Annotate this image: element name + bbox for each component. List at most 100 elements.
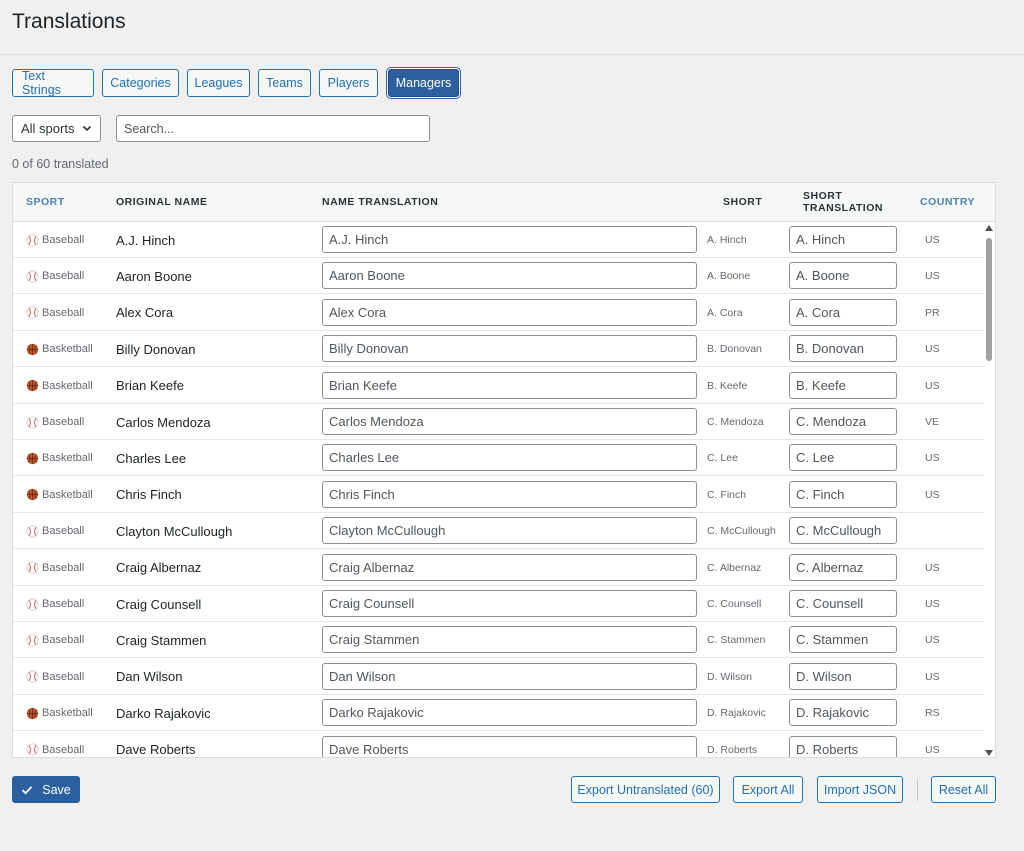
original-name: Craig Albernaz bbox=[116, 560, 202, 576]
tab-text-strings[interactable]: Text Strings bbox=[12, 69, 94, 97]
baseball-icon bbox=[26, 234, 39, 247]
column-header-country[interactable]: COUNTRY bbox=[920, 183, 975, 221]
name-translation-input[interactable] bbox=[322, 408, 697, 435]
short-translation-input[interactable] bbox=[789, 553, 897, 581]
table-header: SPORT ORIGINAL NAME NAME TRANSLATION SHO… bbox=[13, 183, 995, 222]
name-translation-input[interactable] bbox=[322, 590, 697, 617]
original-name: Dan Wilson bbox=[116, 669, 183, 685]
short-translation-input[interactable] bbox=[789, 444, 897, 472]
translations-table: SPORT ORIGINAL NAME NAME TRANSLATION SHO… bbox=[12, 182, 996, 758]
tab-categories[interactable]: Categories bbox=[102, 69, 179, 97]
country-code: US bbox=[925, 270, 940, 283]
sport-cell: Basketball bbox=[26, 695, 93, 731]
short-name: D. Rajakovic bbox=[707, 707, 766, 720]
short-translation-input[interactable] bbox=[789, 298, 897, 326]
tab-managers[interactable]: Managers bbox=[388, 69, 459, 97]
export-untranslated-button[interactable]: Export Untranslated (60) bbox=[571, 776, 720, 803]
name-translation-input[interactable] bbox=[322, 699, 697, 727]
column-header-original-name[interactable]: ORIGINAL NAME bbox=[116, 183, 207, 221]
export-all-button[interactable]: Export All bbox=[733, 776, 803, 803]
table-row: Basketball Darko Rajakovic D. Rajakovic RS bbox=[13, 695, 983, 732]
checkmark-icon bbox=[22, 785, 33, 794]
baseball-icon bbox=[26, 634, 39, 647]
sport-cell: Baseball bbox=[26, 586, 84, 622]
sport-cell: Baseball bbox=[26, 258, 84, 294]
short-name: A. Boone bbox=[707, 270, 751, 283]
name-translation-input[interactable] bbox=[322, 444, 697, 472]
short-name: C. Mendoza bbox=[707, 416, 764, 428]
name-translation-input[interactable] bbox=[322, 662, 697, 690]
name-translation-input[interactable] bbox=[322, 517, 697, 545]
scrollbar-thumb[interactable] bbox=[986, 238, 992, 361]
sport-label: Baseball bbox=[42, 270, 85, 283]
sport-label: Baseball bbox=[42, 743, 85, 756]
sport-cell: Baseball bbox=[26, 222, 84, 258]
table-row: Baseball A.J. Hinch A. Hinch US bbox=[13, 222, 983, 258]
original-name: Clayton McCullough bbox=[116, 523, 233, 539]
short-translation-input[interactable] bbox=[789, 517, 897, 545]
short-name: A. Cora bbox=[707, 306, 743, 319]
tab-teams[interactable]: Teams bbox=[258, 69, 311, 97]
footer-divider bbox=[917, 779, 918, 801]
country-code: US bbox=[925, 561, 940, 574]
name-translation-input[interactable] bbox=[322, 553, 697, 581]
title-divider bbox=[0, 54, 1024, 55]
scroll-up-arrow-icon[interactable] bbox=[985, 225, 993, 231]
scroll-down-arrow-icon[interactable] bbox=[985, 750, 993, 756]
short-name: B. Donovan bbox=[707, 343, 762, 356]
tab-leagues[interactable]: Leagues bbox=[187, 69, 250, 97]
country-code: US bbox=[925, 743, 940, 756]
original-name: Darko Rajakovic bbox=[116, 705, 211, 721]
short-translation-input[interactable] bbox=[789, 262, 897, 290]
short-translation-input[interactable] bbox=[789, 408, 897, 435]
sport-label: Baseball bbox=[42, 670, 85, 683]
short-translation-input[interactable] bbox=[789, 626, 897, 654]
basketball-icon bbox=[26, 488, 39, 501]
basketball-icon bbox=[26, 343, 39, 356]
name-translation-input[interactable] bbox=[322, 480, 697, 508]
basketball-icon bbox=[26, 379, 39, 392]
short-translation-input[interactable] bbox=[789, 371, 897, 399]
short-translation-input[interactable] bbox=[789, 662, 897, 690]
column-header-sport[interactable]: SPORT bbox=[26, 183, 65, 221]
tab-players[interactable]: Players bbox=[319, 69, 378, 97]
column-header-short: SHORT bbox=[723, 196, 763, 208]
sport-filter-select[interactable]: All sports bbox=[12, 115, 101, 142]
short-translation-input[interactable] bbox=[789, 335, 897, 363]
save-button[interactable]: Save bbox=[12, 776, 80, 803]
short-translation-input[interactable] bbox=[789, 480, 897, 508]
country-code: US bbox=[925, 343, 940, 356]
sport-label: Baseball bbox=[42, 416, 85, 428]
basketball-icon bbox=[26, 707, 39, 720]
short-translation-input[interactable] bbox=[789, 735, 897, 757]
reset-all-button[interactable]: Reset All bbox=[931, 776, 996, 803]
name-translation-input[interactable] bbox=[322, 735, 697, 757]
table-row: Baseball Craig Stammen C. Stammen US bbox=[13, 622, 983, 659]
short-translation-input[interactable] bbox=[789, 699, 897, 727]
short-name: D. Wilson bbox=[707, 670, 752, 683]
country-code: US bbox=[925, 634, 940, 647]
baseball-icon bbox=[26, 270, 39, 283]
sport-cell: Basketball bbox=[26, 440, 93, 476]
name-translation-input[interactable] bbox=[322, 335, 697, 363]
sport-filter-value: All sports bbox=[21, 121, 75, 136]
short-translation-input[interactable] bbox=[789, 590, 897, 617]
name-translation-input[interactable] bbox=[322, 226, 697, 253]
name-translation-input[interactable] bbox=[322, 298, 697, 326]
search-input[interactable] bbox=[116, 115, 430, 142]
table-row: Baseball Alex Cora A. Cora PR bbox=[13, 295, 983, 331]
name-translation-input[interactable] bbox=[322, 371, 697, 399]
name-translation-input[interactable] bbox=[322, 262, 697, 290]
sport-label: Basketball bbox=[42, 707, 93, 720]
import-json-button[interactable]: Import JSON bbox=[817, 776, 903, 803]
original-name: Dave Roberts bbox=[116, 742, 196, 758]
sport-label: Baseball bbox=[42, 525, 85, 538]
table-scrollbar[interactable] bbox=[983, 222, 995, 757]
sport-cell: Baseball bbox=[26, 404, 84, 440]
name-translation-input[interactable] bbox=[322, 626, 697, 654]
short-translation-input[interactable] bbox=[789, 226, 897, 253]
column-header-short-translation-line1: SHORT bbox=[803, 190, 843, 202]
tab-bar: Text Strings Categories Leagues Teams Pl… bbox=[12, 69, 459, 97]
sport-label: Basketball bbox=[42, 343, 93, 356]
baseball-icon bbox=[26, 670, 39, 683]
